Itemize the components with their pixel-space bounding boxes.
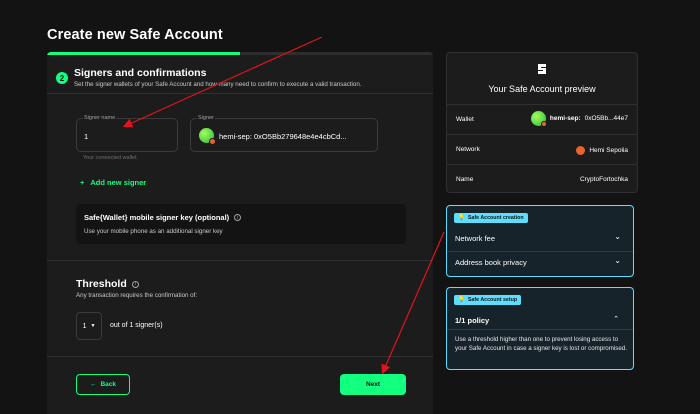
preview-row-network: Network Hemi Sepolia [447, 134, 637, 164]
safe-creation-chip-label: Safe Account creation [467, 215, 524, 221]
divider [47, 260, 433, 261]
name-value: CryptoFortochka [579, 176, 628, 183]
signer-name-helper: Your connected wallet [83, 155, 137, 161]
threshold-description: Any transaction requires the confirmatio… [76, 292, 198, 299]
address-book-label: Address book privacy [455, 258, 527, 267]
safe-logo-icon [538, 64, 546, 74]
divider [447, 329, 633, 330]
address-book-row[interactable]: Address book privacy ⌄ [447, 251, 633, 275]
info-icon[interactable]: i [234, 214, 242, 221]
policy-description: Use a threshold higher than one to preve… [455, 336, 627, 352]
page-title: Create new Safe Account [47, 27, 223, 43]
mobile-signer-title-text: Safe{Wallet} mobile signer key (optional… [84, 213, 230, 222]
network-name: Hemi Sepolia [589, 147, 628, 154]
progress-fill [47, 52, 240, 55]
safe-setup-chip: 💡 Safe Account setup [454, 295, 522, 305]
lightbulb-icon: 💡 [458, 297, 465, 303]
preview-row-wallet: Wallet hemi-sep: 0xO5Bb...44e7 [447, 104, 637, 134]
signer-address-field: Signer hemi-sep: 0xO5Bb279648e4e4cbCd... [190, 115, 378, 152]
safe-preview-card: Your Safe Account preview Wallet hemi-se… [446, 52, 638, 193]
add-signer-label: Add new signer [90, 178, 147, 187]
signers-card: 2 Signers and confirmations Set the sign… [47, 52, 433, 414]
threshold-title: Threshold i [76, 278, 139, 290]
policy-title[interactable]: 1/1 policy [455, 316, 489, 325]
safe-setup-chip-label: Safe Account setup [467, 297, 518, 303]
threshold-out-of: out of 1 signer(s) [110, 322, 163, 329]
mobile-signer-title: Safe{Wallet} mobile signer key (optional… [84, 213, 242, 222]
network-label: Network [456, 146, 480, 153]
network-value: Hemi Sepolia [576, 146, 628, 155]
signer-name-input[interactable]: Signer name 1 [76, 115, 178, 152]
signer-name-value[interactable]: 1 [84, 132, 88, 141]
wallet-value: hemi-sep: 0xO5Bb...44e7 [530, 111, 628, 127]
safe-creation-info-box: 💡 Safe Account creation Network fee ⌄ Ad… [446, 205, 634, 277]
wallet-label: Wallet [456, 116, 474, 123]
divider [47, 356, 433, 357]
progress-track [47, 52, 433, 55]
wallet-avatar-icon [199, 128, 216, 145]
back-button[interactable]: ← Back [76, 374, 130, 395]
next-label: Next [365, 381, 381, 388]
signer-address-value: hemi-sep: 0xO5Bb279648e4e4cbCd... [219, 132, 347, 141]
network-fee-label: Network fee [455, 234, 496, 243]
section-title: Signers and confirmations [74, 67, 207, 79]
back-label: Back [100, 381, 117, 388]
network-fee-row[interactable]: Network fee ⌄ [447, 227, 633, 251]
next-button[interactable]: Next [340, 374, 406, 395]
signer-label: Signer [197, 115, 215, 121]
caret-down-icon: ▼ [90, 323, 96, 329]
plus-icon: + [80, 178, 85, 187]
mobile-signer-box: Safe{Wallet} mobile signer key (optional… [76, 204, 406, 244]
chevron-down-icon: ⌄ [614, 256, 621, 265]
name-label: Name [456, 176, 474, 183]
wallet-prefix: hemi-sep: [549, 115, 581, 122]
threshold-title-text: Threshold [76, 278, 127, 290]
threshold-selected-value: 1 [82, 322, 87, 330]
preview-title: Your Safe Account preview [488, 84, 596, 94]
step-number-badge: 2 [56, 72, 68, 84]
mobile-signer-description: Use your mobile phone as an additional s… [84, 228, 223, 235]
preview-row-name: Name CryptoFortochka [447, 164, 637, 194]
chevron-down-icon: ⌄ [614, 232, 621, 241]
wallet-address: 0xO5Bb...44e7 [584, 115, 628, 122]
arrow-left-icon: ← [89, 381, 97, 388]
safe-setup-info-box: 💡 Safe Account setup 1/1 policy ⌃ Use a … [446, 287, 634, 370]
add-signer-button[interactable]: + Add new signer [80, 178, 146, 187]
threshold-select[interactable]: 1 ▼ [76, 312, 102, 340]
wallet-avatar-icon [530, 111, 547, 127]
safe-creation-chip: 💡 Safe Account creation [454, 213, 528, 223]
lightbulb-icon: 💡 [458, 215, 465, 221]
chevron-up-icon[interactable]: ⌃ [613, 315, 619, 323]
info-icon[interactable]: i [131, 280, 139, 288]
section-description: Set the signer wallets of your Safe Acco… [74, 81, 362, 88]
divider [47, 93, 433, 94]
hemi-network-icon [576, 146, 586, 155]
signer-name-label: Signer name [83, 115, 117, 121]
